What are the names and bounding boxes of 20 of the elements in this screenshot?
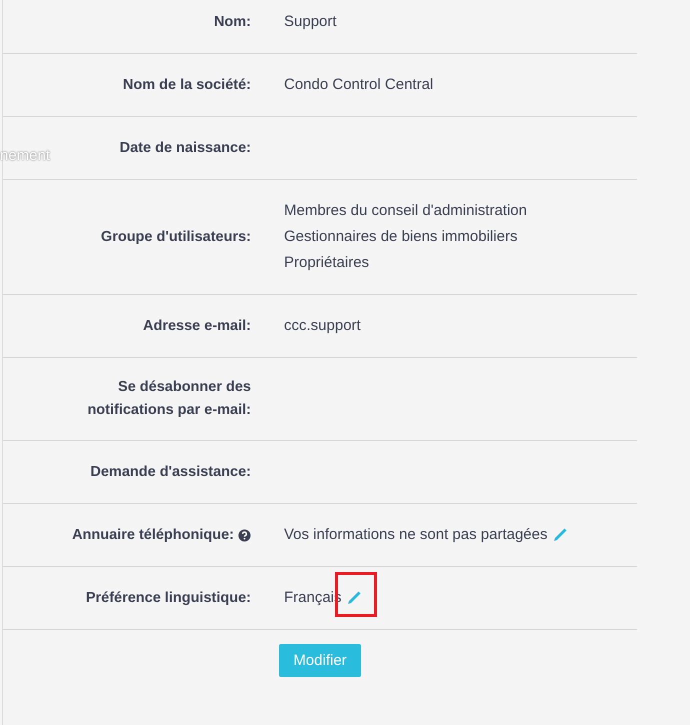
field-label: Annuaire téléphonique: (72, 526, 234, 544)
field-value: ccc.support (284, 316, 361, 336)
field-label: Nom: (214, 12, 251, 32)
field-label: Préférence linguistique: (86, 588, 251, 608)
field-value: Gestionnaires de biens immobiliers (284, 227, 518, 247)
pencil-icon[interactable] (346, 590, 362, 606)
field-label: Groupe d'utilisateurs: (100, 228, 251, 246)
field-label: Date de naissance: (120, 138, 251, 158)
field-label: Adresse e-mail: (143, 316, 251, 336)
field-value: Vos informations ne sont pas partagées (284, 525, 548, 545)
help-icon[interactable] (238, 528, 251, 542)
pencil-icon[interactable] (552, 527, 568, 543)
field-value: Support (284, 12, 337, 32)
field-value: Condo Control Central (284, 75, 434, 95)
field-value: Propriétaires (284, 253, 370, 273)
field-label: Demande d'assistance: (90, 462, 251, 482)
modify-button[interactable]: Modifier (279, 644, 361, 677)
field-label: Nom de la société: (122, 76, 251, 94)
field-label: Se désabonner des notifications par e-mail: (86, 378, 251, 420)
field-value: Membres du conseil d'administration (284, 201, 527, 221)
